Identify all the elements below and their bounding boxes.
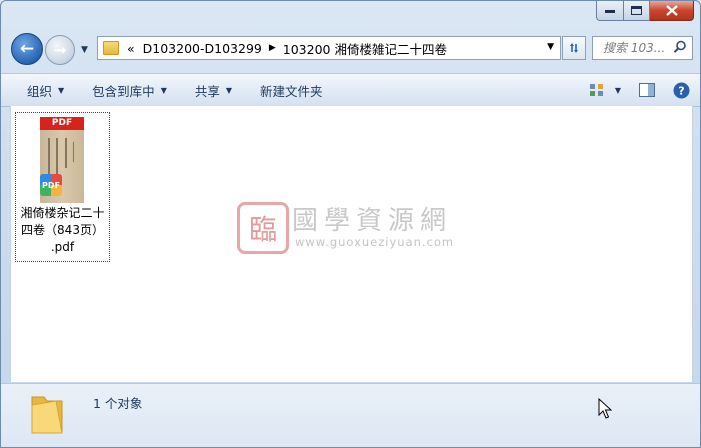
view-grid-icon [589, 84, 603, 96]
forward-button[interactable]: → [45, 35, 75, 65]
folder-icon [31, 396, 63, 434]
include-in-library-label: 包含到库中 [92, 83, 155, 99]
file-name-line-1: 湘倚楼杂记二十 [20, 206, 105, 220]
breadcrumb-current[interactable]: 103200 湘倚楼雑记二十四卷 [283, 39, 447, 58]
address-dropdown-icon[interactable]: ▼ [547, 42, 554, 52]
view-controls: ▼ ? [575, 74, 690, 106]
caption-buttons [596, 1, 694, 21]
back-button[interactable]: ← [11, 33, 43, 65]
watermark-seal-logo: 臨 [237, 202, 289, 254]
item-count: 1 个对象 [93, 396, 143, 411]
help-icon: ? [673, 82, 690, 98]
address-bar[interactable]: « D103200-D103299 ▶ 103200 湘倚楼雑记二十四卷 ▼ [97, 36, 561, 60]
pdf-label: PDF [40, 117, 84, 130]
minimize-icon [605, 9, 615, 13]
search-icon[interactable] [673, 40, 687, 54]
include-in-library-menu[interactable]: 包含到库中 ▼ [78, 74, 181, 106]
close-button[interactable] [650, 1, 694, 21]
close-icon [665, 5, 678, 16]
chevron-down-icon[interactable]: ▼ [615, 86, 621, 95]
organize-label: 组织 [27, 83, 53, 99]
chevron-down-icon: ▼ [225, 85, 233, 95]
refresh-button[interactable] [562, 36, 586, 60]
breadcrumb-separator-icon[interactable]: ▶ [269, 43, 276, 53]
share-menu[interactable]: 共享 ▼ [181, 74, 246, 106]
watermark: 臨 國學資源網 www.guoxueziyuan.com [237, 200, 497, 256]
watermark-title: 國學資源網 [292, 206, 453, 236]
recent-pages-dropdown[interactable]: ▼ [81, 45, 88, 55]
change-view-button[interactable]: ▼ [589, 83, 621, 97]
watermark-url: www.guoxueziyuan.com [295, 235, 455, 249]
organize-menu[interactable]: 组织 ▼ [1, 74, 78, 106]
pdf-app-icon: PDF [40, 174, 62, 196]
new-folder-label: 新建文件夹 [260, 83, 323, 99]
file-name: 湘倚楼杂记二十 四卷（843页） .pdf [16, 205, 109, 256]
explorer-window: ← → ▼ « D103200-D103299 ▶ 103200 湘倚楼雑记二十… [0, 0, 701, 448]
search-input[interactable] [601, 40, 675, 56]
new-folder-button[interactable]: 新建文件夹 [246, 74, 337, 106]
back-arrow-icon: ← [19, 39, 35, 59]
mouse-cursor-icon [598, 398, 612, 419]
preview-pane-button[interactable] [639, 83, 655, 97]
file-name-line-2: 四卷（843页） [21, 223, 104, 237]
maximize-button[interactable] [624, 1, 650, 21]
chevron-down-icon: ▼ [58, 85, 65, 95]
forward-arrow-icon: → [53, 41, 67, 59]
details-pane: 1 个对象 [1, 383, 700, 447]
file-item-pdf[interactable]: PDF PDF 湘倚楼杂记二十 四卷（843页） .pdf [15, 112, 110, 262]
minimize-button[interactable] [596, 1, 624, 21]
navigation-bar: ← → ▼ « D103200-D103299 ▶ 103200 湘倚楼雑记二十… [1, 31, 700, 67]
share-label: 共享 [194, 83, 220, 99]
preview-pane-icon [639, 83, 655, 97]
search-box[interactable] [592, 36, 693, 60]
svg-text:?: ? [678, 84, 684, 97]
command-bar: 组织 ▼ 包含到库中 ▼ 共享 ▼ 新建文件夹 ▼ ? [1, 73, 700, 107]
breadcrumb-parent[interactable]: D103200-D103299 [143, 41, 262, 56]
help-button[interactable]: ? [673, 82, 690, 99]
file-name-line-3: .pdf [50, 240, 75, 254]
maximize-icon [631, 6, 642, 15]
file-list-pane[interactable]: PDF PDF 湘倚楼杂记二十 四卷（843页） .pdf 臨 國學資源網 ww… [10, 106, 693, 382]
refresh-icon [570, 43, 578, 53]
folder-icon [103, 41, 119, 55]
address-overflow[interactable]: « [127, 41, 135, 56]
chevron-down-icon: ▼ [160, 85, 167, 95]
